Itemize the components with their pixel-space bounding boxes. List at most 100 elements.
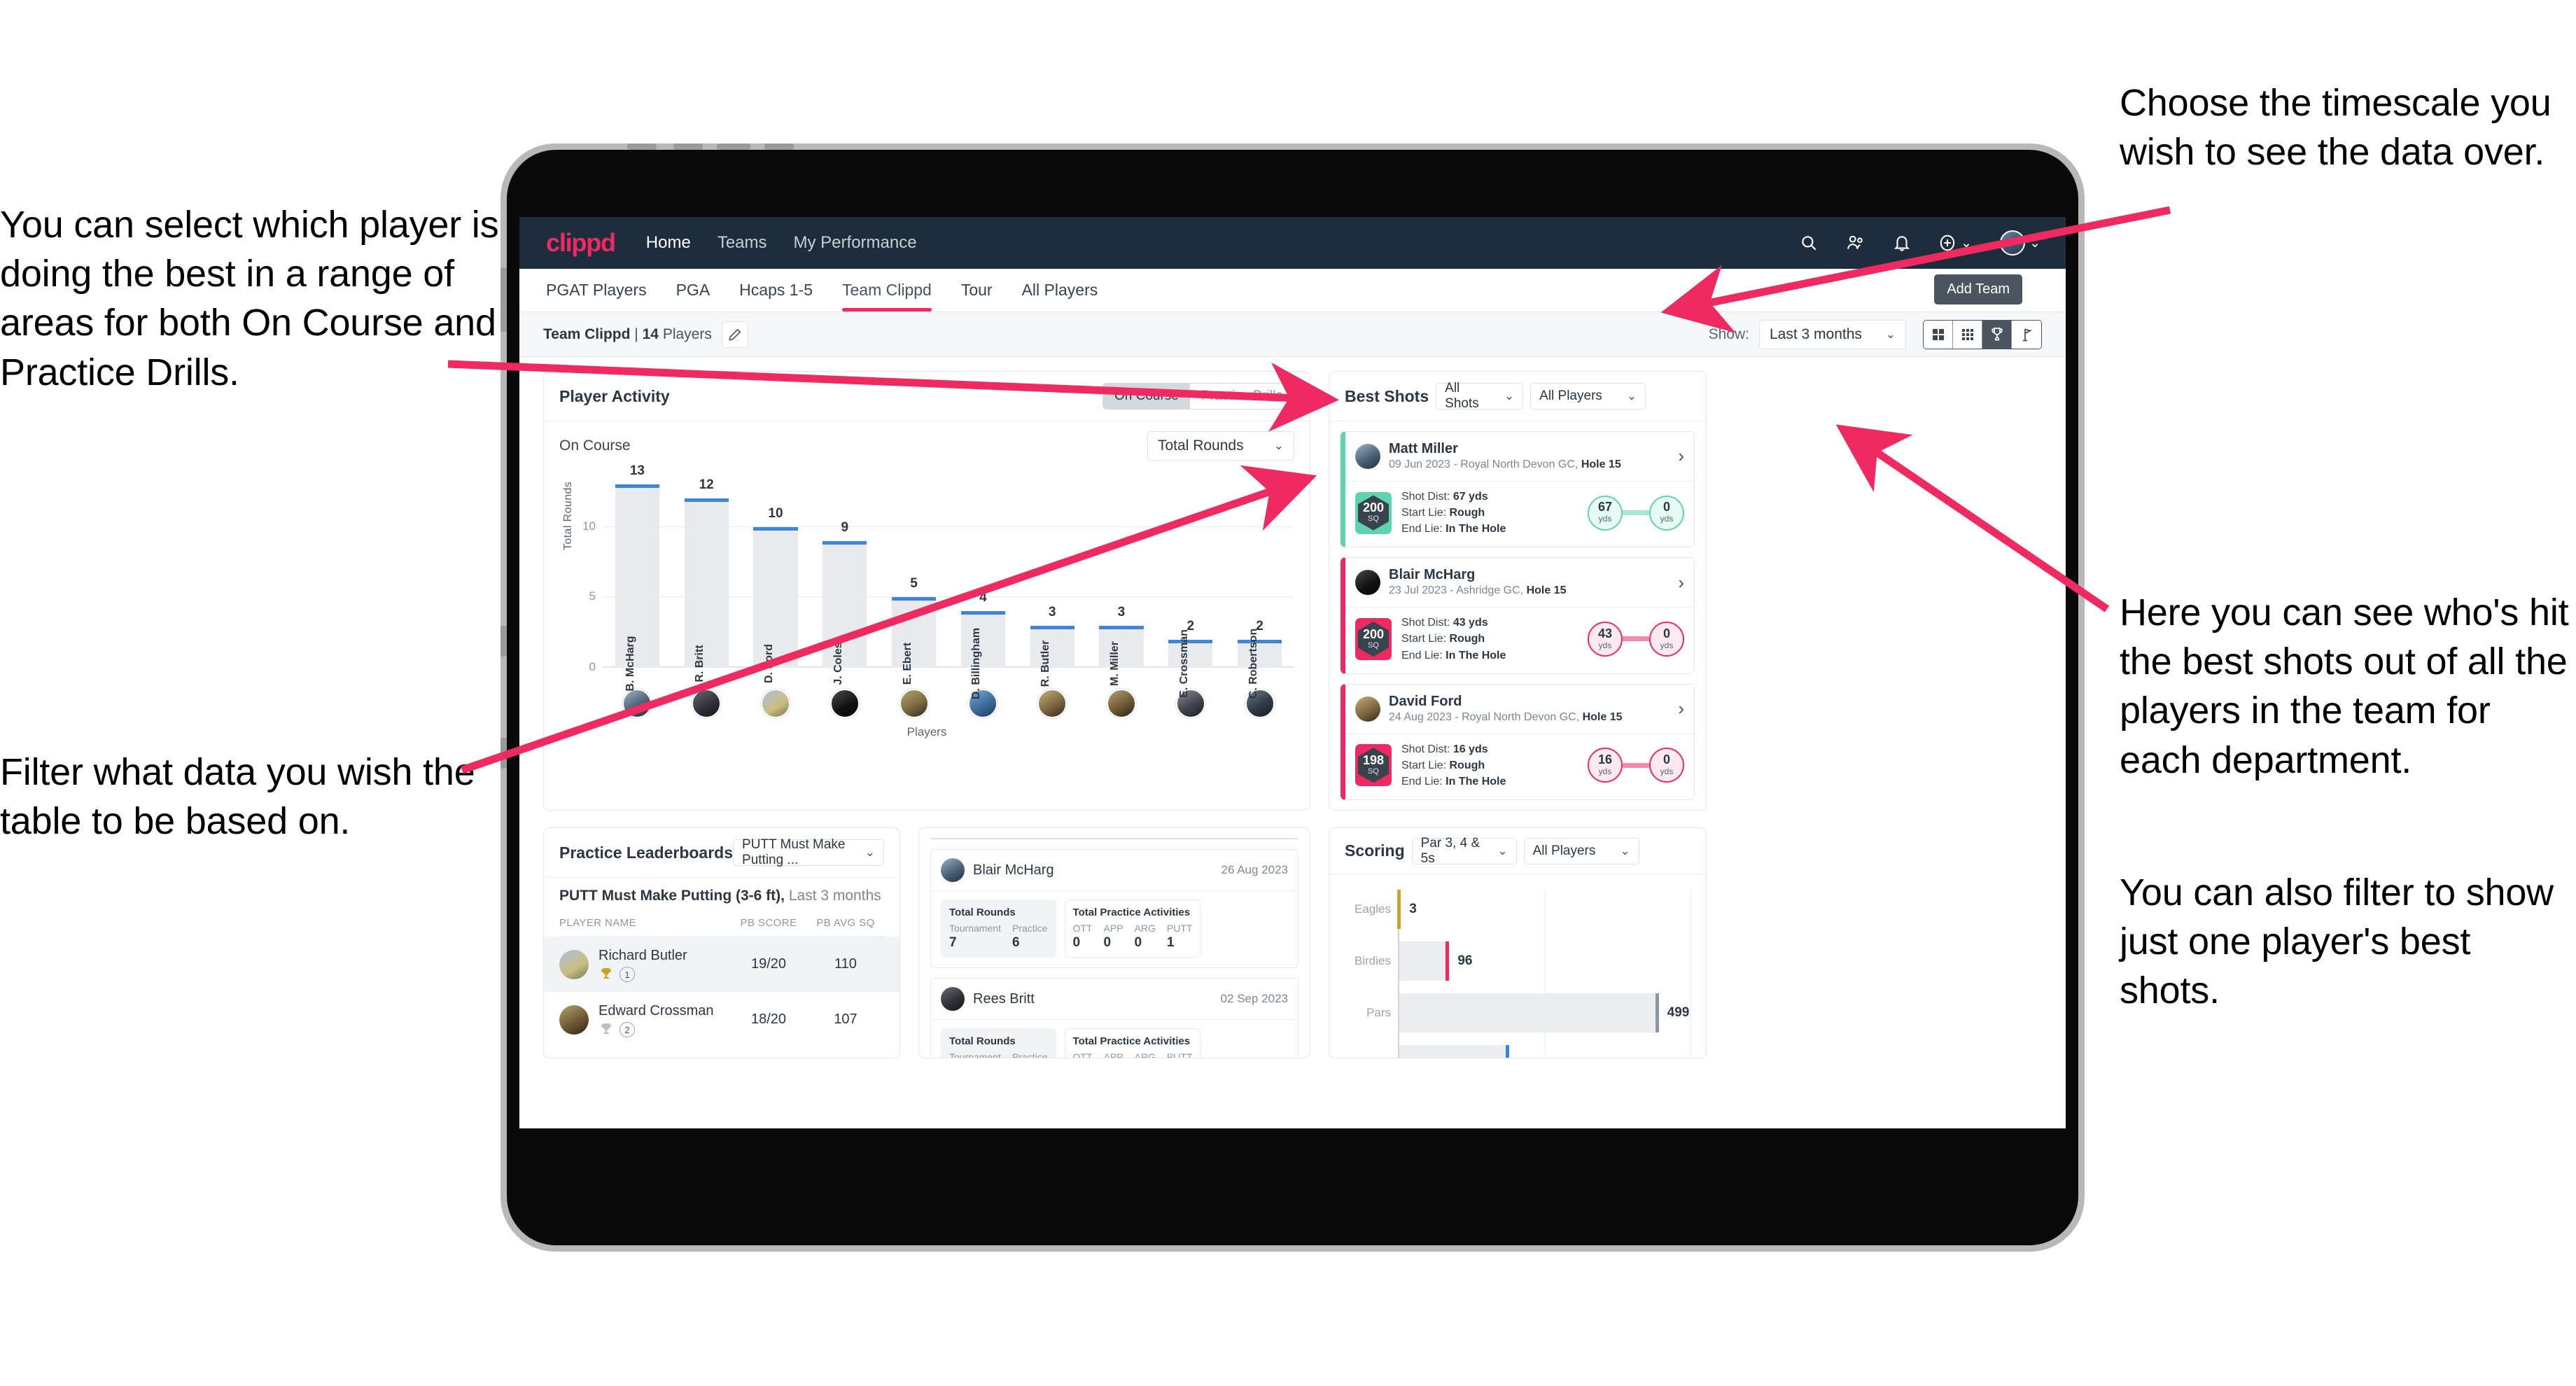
chart-bar-group[interactable]: 13 B. McHarg <box>603 463 672 692</box>
total-rounds-title: Total Rounds <box>949 906 1016 919</box>
player-avatar-slot[interactable] <box>1087 689 1156 718</box>
chevron-right-icon[interactable]: › <box>1678 698 1684 720</box>
avatar[interactable] <box>1037 689 1068 718</box>
player-avatar-slot[interactable] <box>603 689 672 718</box>
chart-bar[interactable]: 4 D. Billingham <box>960 590 1005 699</box>
view-grid-small-button[interactable] <box>1953 320 1982 349</box>
player-avatar-slot[interactable] <box>741 689 811 718</box>
best-shot-card[interactable]: David Ford 24 Aug 2023 - Royal North Devo… <box>1340 683 1695 801</box>
chevron-right-icon[interactable]: › <box>1678 572 1684 594</box>
avatar <box>1355 443 1380 469</box>
segment-practice-drills[interactable]: Practice Drills <box>1189 384 1294 409</box>
nav-link-my-performance[interactable]: My Performance <box>794 233 917 253</box>
tab-tour[interactable]: Tour <box>961 269 993 312</box>
chart-bar[interactable]: 9 J. Coles <box>822 520 867 685</box>
view-trophy-button[interactable] <box>1982 320 2012 349</box>
chart-bar-cap <box>960 611 1005 615</box>
bell-icon[interactable] <box>1893 234 1910 252</box>
plus-circle-icon[interactable]: ⌄ <box>1938 234 1972 252</box>
chart-bar-group[interactable]: 2 C. Robertson <box>1225 470 1294 699</box>
best-shot-card[interactable]: Blair McHarg 23 Jul 2023 - Ashridge GC, H… <box>1340 557 1695 674</box>
chart-bar-group[interactable]: 3 R. Butler <box>1018 470 1087 687</box>
scoring-bar[interactable]: 211 <box>1399 1045 1539 1058</box>
leaderboard-rank: 2 <box>620 1022 635 1038</box>
best-shots-shot-filter[interactable]: All Shots ⌄ <box>1436 381 1524 411</box>
chart-bar-value: 12 <box>699 477 714 493</box>
chevron-right-icon[interactable]: › <box>1678 445 1684 467</box>
scoring-bar-value: 499 <box>1667 1005 1690 1021</box>
tab-all-players[interactable]: All Players <box>1022 269 1098 312</box>
scoring-bar[interactable]: 499 <box>1399 993 1689 1033</box>
team-name: Team Clippd <box>543 326 631 342</box>
scoring-bar[interactable]: 96 <box>1399 941 1472 981</box>
leaderboard-row[interactable]: Richard Butler 1 19/20 110 <box>544 937 899 993</box>
chart-bar-group[interactable]: 10 D. Ford <box>741 470 811 683</box>
timescale-select[interactable]: Last 3 months ⌄ <box>1759 319 1906 349</box>
chart-bar-group[interactable]: 3 M. Miller <box>1087 470 1156 686</box>
player-avatar-slot[interactable] <box>672 689 741 718</box>
tab-hcaps-1-5[interactable]: Hcaps 1-5 <box>739 269 813 312</box>
rounds-column: Practice 6 <box>1012 923 1048 951</box>
scoring-bar-row[interactable]: Birdies 96 <box>1354 941 1690 981</box>
scoring-par-filter[interactable]: Par 3, 4 & 5s ⌄ <box>1411 836 1517 866</box>
chart-bar[interactable]: 10 D. Ford <box>753 506 798 683</box>
start-lie-line: Start Lie: Rough <box>1401 759 1485 771</box>
avatar[interactable]: ⌄ <box>2000 230 2040 255</box>
chart-bar-group[interactable]: 12 R. Britt <box>672 470 741 682</box>
avatar[interactable] <box>830 689 860 718</box>
tab-pgat-players[interactable]: PGAT Players <box>546 269 647 312</box>
chart-bar-group[interactable]: 2 E. Crossman <box>1156 470 1225 698</box>
chart-bar-group[interactable]: 4 D. Billingham <box>948 470 1018 699</box>
scoring-bar-row[interactable]: Eagles 3 <box>1354 890 1690 930</box>
player-avatar-slot[interactable] <box>948 689 1018 718</box>
chart-bar-group[interactable]: 9 J. Coles <box>810 470 879 685</box>
player-avatar-slot[interactable] <box>1018 689 1087 718</box>
view-flag-button[interactable] <box>2012 320 2041 349</box>
nav-link-teams[interactable]: Teams <box>718 233 767 253</box>
annotation-right-top: Choose the timescale you wish to see the… <box>2120 82 2552 174</box>
chart-bar-group[interactable]: 5 E. Ebert <box>879 470 948 685</box>
best-shot-card[interactable]: Matt Miller 09 Jun 2023 - Royal North Dev… <box>1340 431 1695 548</box>
chart-bar[interactable]: 13 B. McHarg <box>615 463 659 692</box>
drill-name: PUTT Must Make Putting (3-6 ft), <box>559 888 785 904</box>
scoring-bar-row[interactable]: Bogeys211 <box>1399 1045 1690 1058</box>
chart-bar[interactable]: 12 R. Britt <box>684 477 729 682</box>
edit-team-button[interactable] <box>721 321 748 348</box>
scoring-bar-row[interactable]: Pars 499 <box>1366 993 1690 1033</box>
distance-start-value: 16 <box>1597 752 1613 766</box>
metric-select[interactable]: Total Rounds ⌄ <box>1147 431 1294 461</box>
tab-team-clippd[interactable]: Team Clippd <box>842 269 932 312</box>
nav-link-home[interactable]: Home <box>646 233 691 253</box>
scoring-bar[interactable]: 3 <box>1397 890 1417 930</box>
activity-player-card[interactable]: Blair McHarg 26 Aug 2023 Total Rounds Tourn… <box>930 849 1298 969</box>
chart-bar[interactable]: 3 R. Butler <box>1030 605 1074 687</box>
scoring-player-filter[interactable]: All Players ⌄ <box>1523 837 1639 864</box>
player-avatar-slot[interactable] <box>879 689 948 718</box>
avatar[interactable] <box>760 689 790 718</box>
segment-on-course[interactable]: On Course <box>1103 384 1190 409</box>
avatar[interactable] <box>899 689 929 718</box>
leaderboard-row[interactable]: Edward Crossman 2 18/20 107 <box>559 992 884 1047</box>
view-grid-large-button[interactable] <box>1924 320 1953 349</box>
avatar[interactable] <box>622 689 652 718</box>
chart-bar-label: R. Butler <box>1040 640 1052 687</box>
avatar[interactable] <box>692 689 722 718</box>
search-icon[interactable] <box>1800 234 1818 252</box>
avatar[interactable] <box>1106 689 1136 718</box>
people-icon[interactable] <box>1846 234 1865 252</box>
tab-pga[interactable]: PGA <box>676 269 710 312</box>
leaderboard-table: PLAYER NAME PB SCORE PB AVG SQ Richard B… <box>544 911 899 1047</box>
chart-bar[interactable]: 5 E. Ebert <box>891 576 937 685</box>
chart-bar-cap <box>1099 625 1144 629</box>
activity-player-card[interactable]: Rees Britt 02 Sep 2023 Total Rounds Tournam… <box>930 978 1298 1058</box>
chart-y-tick: 0 <box>589 660 596 673</box>
shot-quality-unit: SQ <box>1368 514 1379 524</box>
chart-bar[interactable]: 2 E. Crossman <box>1168 619 1213 698</box>
chevron-down-icon: ⌄ <box>1626 389 1637 402</box>
player-avatar-slot[interactable] <box>810 689 879 718</box>
chart-bar[interactable]: 2 C. Robertson <box>1237 619 1282 699</box>
best-shots-player-filter[interactable]: All Players ⌄ <box>1530 383 1646 410</box>
clippd-logo[interactable]: clippd <box>546 228 616 258</box>
chart-bar[interactable]: 3 M. Miller <box>1099 605 1144 686</box>
drill-select[interactable]: PUTT Must Make Putting ... ⌄ <box>733 837 884 867</box>
